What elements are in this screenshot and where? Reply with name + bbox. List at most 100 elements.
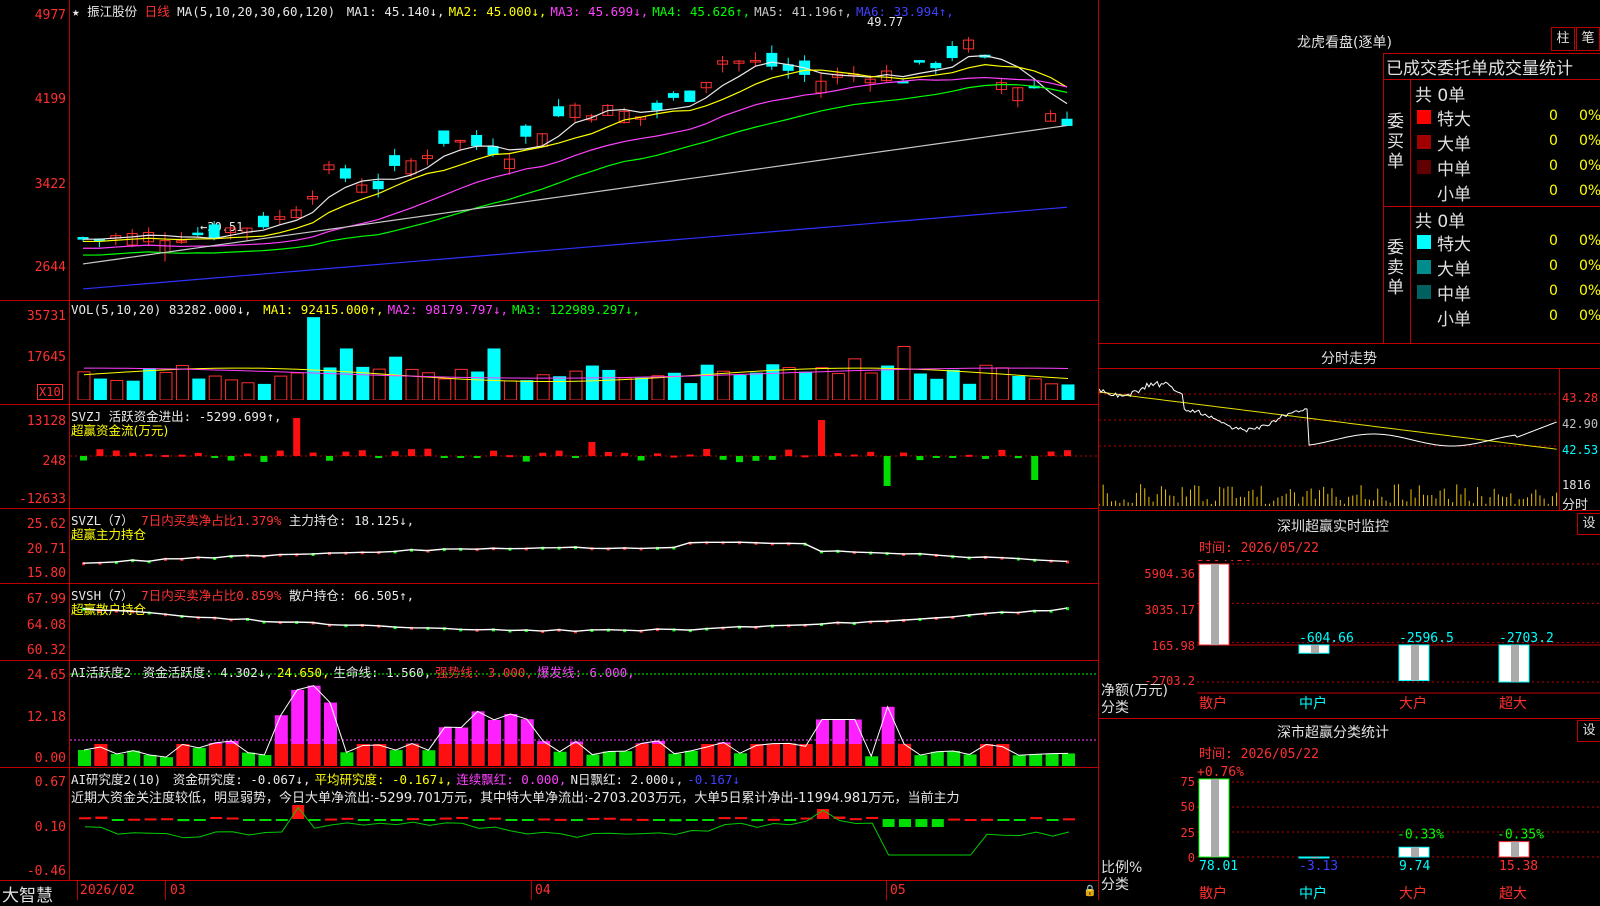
volume-bar xyxy=(749,372,763,400)
monitor-time: 时间: 2026/05/22 xyxy=(1199,541,1319,556)
activity-bar xyxy=(340,752,354,766)
date-label: 05 xyxy=(890,883,906,898)
monitor-tick: 3035.17 xyxy=(1144,603,1195,617)
svzj-tick: 248 xyxy=(42,454,66,469)
order-row[interactable]: 大单 0 0% xyxy=(1411,255,1600,280)
volume-bar xyxy=(897,345,911,400)
candlestick-chart[interactable] xyxy=(70,20,1098,298)
classify-tick: 50 xyxy=(1180,800,1195,814)
flow-bar xyxy=(736,456,743,463)
research-bar xyxy=(505,819,518,821)
stock-name: 振江股份 xyxy=(87,4,138,19)
order-label: 大单 xyxy=(1437,260,1471,280)
flow-bar xyxy=(867,451,875,456)
flow-bar xyxy=(129,452,137,456)
research-bar xyxy=(538,818,551,821)
color-swatch xyxy=(1417,285,1431,299)
research-bar xyxy=(374,819,387,821)
svzl-chart[interactable] xyxy=(70,520,1098,582)
research-bar xyxy=(915,819,928,827)
svsh-chart[interactable] xyxy=(70,596,1098,659)
volume-bar xyxy=(389,356,403,400)
volume-bar xyxy=(143,368,157,400)
monitor-chart[interactable]: 5904.36 散户 -604.66 中户 -2596.5 大户 -2703.2 超大 xyxy=(1197,560,1600,710)
star-icon[interactable]: ★ xyxy=(72,4,80,19)
research-bar xyxy=(407,818,419,821)
volume-bar xyxy=(618,377,632,400)
classify-value: 9.74 xyxy=(1399,859,1430,874)
order-row[interactable]: 中单 0 0% xyxy=(1411,155,1600,180)
order-row[interactable]: 小单 0 0% xyxy=(1411,180,1600,205)
lock-icon[interactable]: 🔒 xyxy=(1083,884,1097,897)
flow-bar xyxy=(637,456,645,461)
monitor-value: -2703.2 xyxy=(1499,631,1554,646)
kline-area[interactable]: 4977 4199 3422 2644 ★ 振江股份 日线 MA(5,10,20… xyxy=(0,0,1098,906)
order-row[interactable]: 特大 0 0% xyxy=(1411,105,1600,130)
monitor-bar-shade xyxy=(1211,564,1219,645)
flow-bar xyxy=(982,456,989,459)
research-bar xyxy=(931,819,944,827)
volume-chart[interactable] xyxy=(70,316,1098,400)
flow-bar xyxy=(145,454,153,457)
svzj-tick: -12633 xyxy=(19,492,66,507)
order-label: 小单 xyxy=(1437,310,1471,330)
monitor-category: 大户 xyxy=(1399,695,1427,710)
classify-xlabel: 分类 xyxy=(1101,877,1129,893)
svsh-tick: 60.32 xyxy=(26,643,66,658)
flow-bar xyxy=(293,418,301,456)
order-row[interactable]: 小单 0 0% xyxy=(1411,305,1600,330)
date-label: 04 xyxy=(535,883,551,898)
volume-bar xyxy=(848,358,862,400)
svzj-chart[interactable] xyxy=(70,418,1098,506)
ai2-chart[interactable] xyxy=(70,805,1098,879)
svzj-tick: 13128 xyxy=(26,414,66,429)
stroke-view-button[interactable]: 笔 xyxy=(1576,27,1600,51)
column-view-button[interactable]: 柱 xyxy=(1551,27,1575,51)
order-row[interactable]: 特大 0 0% xyxy=(1411,230,1600,255)
activity-bar xyxy=(553,751,567,766)
buy-total: 共 0单 xyxy=(1415,86,1466,106)
candle xyxy=(667,93,679,98)
flow-bar xyxy=(834,453,842,456)
research-bar xyxy=(193,819,206,821)
order-row[interactable]: 中单 0 0% xyxy=(1411,280,1600,305)
research-bar xyxy=(554,818,567,821)
research-bar xyxy=(472,819,485,821)
volume-bar xyxy=(799,371,813,400)
monitor-value: -604.66 xyxy=(1299,631,1354,646)
order-pct: 0% xyxy=(1579,158,1600,174)
candle xyxy=(372,180,384,190)
volume-bar xyxy=(553,376,567,400)
research-bar xyxy=(603,817,616,820)
vol-title: VOL(5,10,20) 83282.000↓, MA1: 92415.000↑… xyxy=(71,302,640,317)
flow-bar xyxy=(162,455,169,458)
research-bar xyxy=(423,819,436,821)
flow-bar xyxy=(1031,456,1039,480)
activity-base xyxy=(373,744,387,766)
ai1-chart[interactable] xyxy=(70,672,1098,766)
intraday-chart[interactable] xyxy=(1099,370,1559,508)
period-label[interactable]: 日线 xyxy=(145,4,170,19)
candle xyxy=(257,215,269,228)
classify-title: 深市超赢分类统计 xyxy=(1277,725,1389,741)
order-count: 0 xyxy=(1549,133,1558,149)
classify-settings-button[interactable]: 设 xyxy=(1577,720,1600,742)
classify-chart[interactable]: +0.76% -0.33% -0.35% 78.01 散户 -3.13 中户 9.74 大户 15… xyxy=(1197,762,1600,900)
candle xyxy=(766,52,778,67)
research-bar xyxy=(521,819,534,821)
activity-bar xyxy=(1045,753,1059,766)
flow-bar xyxy=(227,456,235,461)
activity-bar xyxy=(422,750,436,766)
research-bar xyxy=(144,818,157,821)
svsh-tick: 64.08 xyxy=(26,618,66,633)
classify-tick: 75 xyxy=(1180,775,1195,789)
flow-bar xyxy=(604,451,612,456)
ma-values-item: MA3: 45.699↓, xyxy=(550,4,649,19)
monitor-settings-button[interactable]: 设 xyxy=(1577,513,1600,535)
lhb-tabs[interactable]: 已成交委托单成交量统计 xyxy=(1386,54,1598,79)
activity-base xyxy=(848,744,862,766)
activity-bar xyxy=(668,753,682,766)
order-row[interactable]: 大单 0 0% xyxy=(1411,130,1600,155)
svzl-tick: 15.80 xyxy=(26,566,66,581)
activity-base xyxy=(471,744,485,766)
